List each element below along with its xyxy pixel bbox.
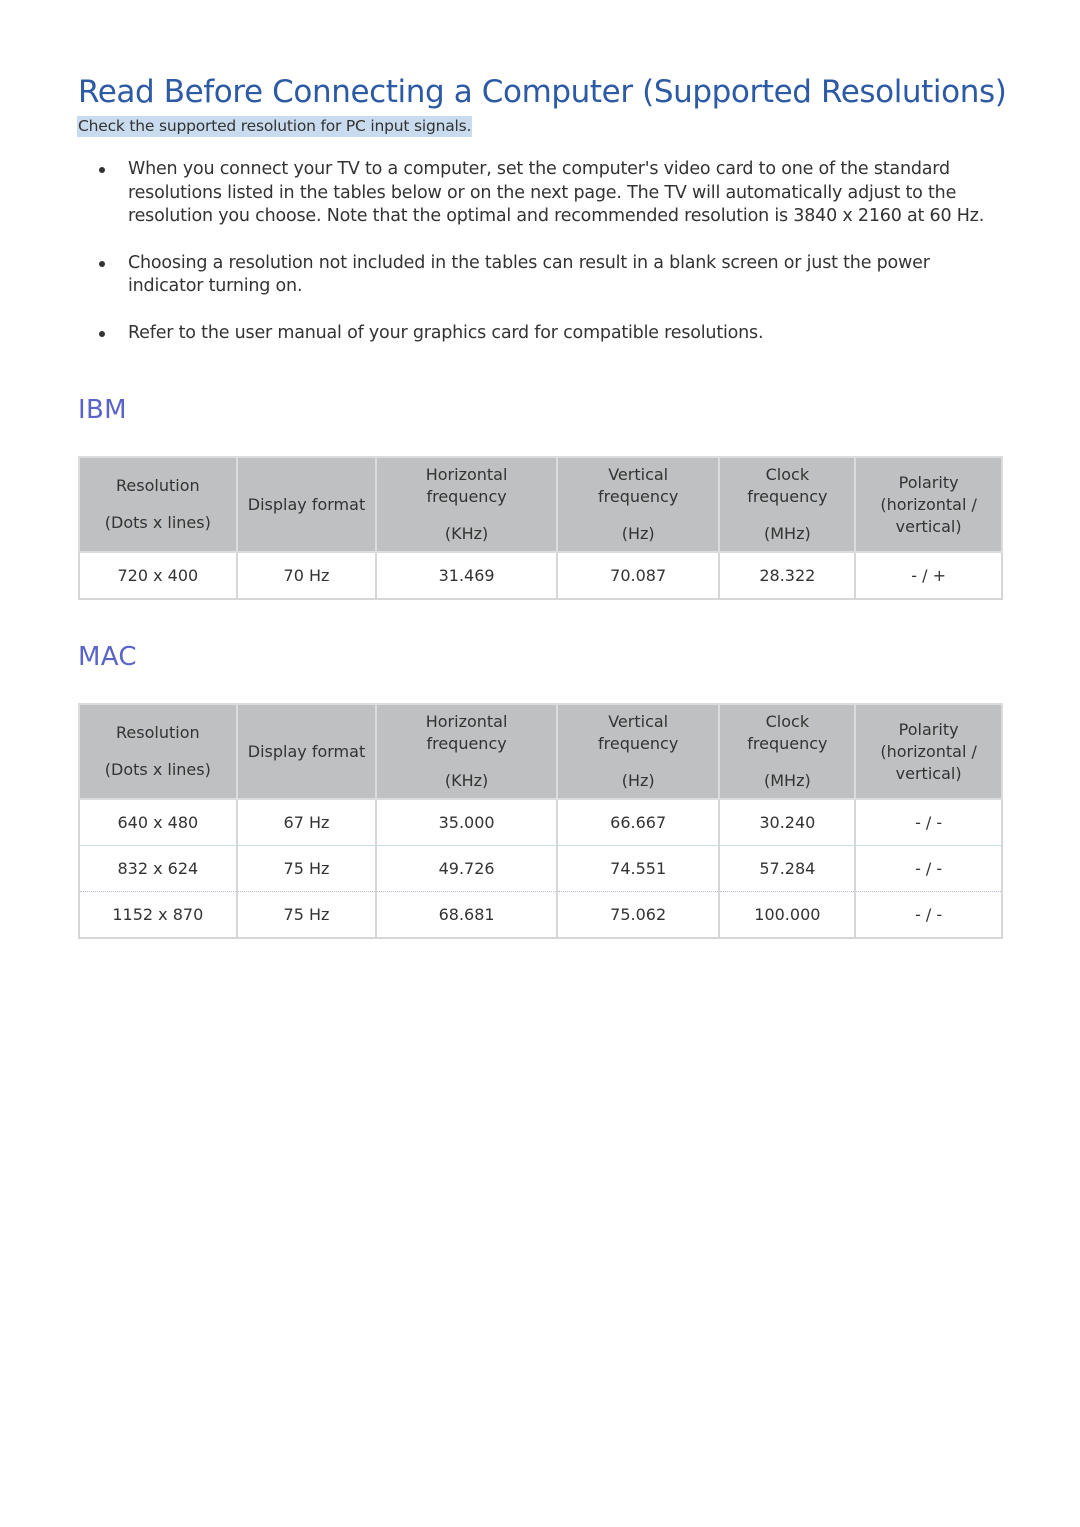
header-vertical-frequency: Vertical frequency (Hz): [555, 703, 721, 800]
cell-polarity: - / -: [854, 845, 1003, 892]
table-row: 832 x 624 75 Hz 49.726 74.551 57.284 - /…: [78, 845, 1003, 892]
header-resolution: Resolution (Dots x lines): [78, 703, 238, 800]
cell-vertical-frequency: 75.062: [555, 891, 721, 939]
cell-vertical-frequency: 66.667: [555, 799, 721, 846]
header-resolution: Resolution (Dots x lines): [78, 456, 238, 553]
header-polarity: Polarity (horizontal / vertical): [854, 456, 1003, 553]
header-display-format: Display format: [235, 456, 378, 553]
cell-clock-frequency: 100.000: [718, 891, 857, 939]
ibm-resolution-table: Resolution (Dots x lines) Display format …: [78, 456, 1003, 600]
table-row: 1152 x 870 75 Hz 68.681 75.062 100.000 -…: [78, 891, 1003, 939]
cell-display-format: 75 Hz: [235, 891, 378, 939]
header-clock-frequency: Clock frequency (MHz): [718, 703, 857, 800]
table-row: 720 x 400 70 Hz 31.469 70.087 28.322 - /…: [78, 552, 1003, 600]
bullet-item: When you connect your TV to a computer, …: [78, 158, 1003, 229]
table-row: 640 x 480 67 Hz 35.000 66.667 30.240 - /…: [78, 799, 1003, 846]
cell-polarity: - / -: [854, 891, 1003, 939]
cell-display-format: 67 Hz: [235, 799, 378, 846]
mac-resolution-table: Resolution (Dots x lines) Display format …: [78, 703, 1003, 939]
header-horizontal-frequency: Horizontal frequency (KHz): [375, 456, 558, 553]
cell-resolution: 832 x 624: [78, 845, 238, 892]
bullet-text: When you connect your TV to a computer, …: [128, 159, 985, 226]
bullet-list: When you connect your TV to a computer, …: [78, 158, 1003, 368]
cell-vertical-frequency: 70.087: [555, 552, 721, 600]
bullet-icon: [99, 260, 105, 267]
cell-resolution: 1152 x 870: [78, 891, 238, 939]
cell-resolution: 640 x 480: [78, 799, 238, 846]
bullet-item: Choosing a resolution not included in th…: [78, 252, 1003, 299]
header-display-format: Display format: [235, 703, 378, 800]
section-heading-mac: MAC: [78, 642, 137, 672]
cell-horizontal-frequency: 68.681: [375, 891, 558, 939]
cell-vertical-frequency: 74.551: [555, 845, 721, 892]
cell-polarity: - / -: [854, 799, 1003, 846]
cell-clock-frequency: 57.284: [718, 845, 857, 892]
page-title: Read Before Connecting a Computer (Suppo…: [78, 74, 1007, 110]
cell-polarity: - / +: [854, 552, 1003, 600]
cell-display-format: 75 Hz: [235, 845, 378, 892]
header-horizontal-frequency: Horizontal frequency (KHz): [375, 703, 558, 800]
cell-resolution: 720 x 400: [78, 552, 238, 600]
bullet-item: Refer to the user manual of your graphic…: [78, 322, 1003, 346]
bullet-text: Refer to the user manual of your graphic…: [128, 322, 764, 343]
header-clock-frequency: Clock frequency (MHz): [718, 456, 857, 553]
bullet-text: Choosing a resolution not included in th…: [128, 252, 930, 297]
cell-clock-frequency: 28.322: [718, 552, 857, 600]
cell-clock-frequency: 30.240: [718, 799, 857, 846]
header-polarity: Polarity (horizontal / vertical): [854, 703, 1003, 800]
cell-display-format: 70 Hz: [235, 552, 378, 600]
bullet-icon: [99, 167, 105, 173]
cell-horizontal-frequency: 31.469: [375, 552, 558, 600]
table-header-row: Resolution (Dots x lines) Display format …: [78, 456, 1003, 553]
cell-horizontal-frequency: 49.726: [375, 845, 558, 892]
bullet-icon: [99, 330, 105, 337]
cell-horizontal-frequency: 35.000: [375, 799, 558, 846]
section-heading-ibm: IBM: [78, 395, 127, 425]
table-header-row: Resolution (Dots x lines) Display format …: [78, 703, 1003, 800]
page-subtitle-highlight: Check the supported resolution for PC in…: [77, 116, 473, 137]
header-vertical-frequency: Vertical frequency (Hz): [555, 456, 721, 553]
